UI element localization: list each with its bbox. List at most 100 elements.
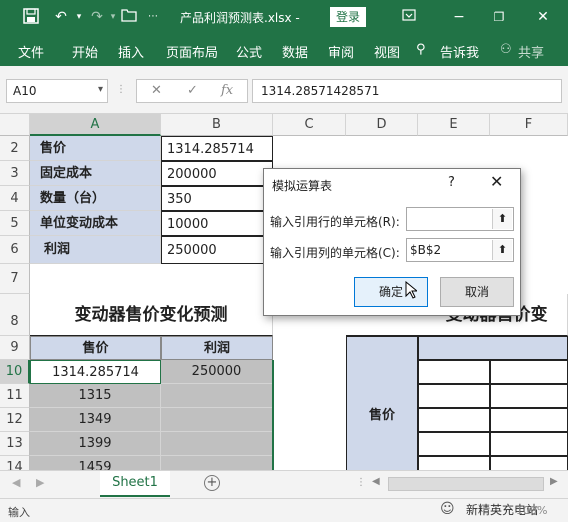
table-cell[interactable]: 1459 — [30, 456, 161, 470]
col-header-d[interactable]: D — [346, 114, 418, 136]
select-all-corner[interactable] — [0, 114, 30, 136]
more-icon: ⋮ — [116, 84, 126, 95]
undo-dropdown-icon[interactable]: ▾ — [70, 8, 88, 26]
tab-page-layout[interactable]: 页面布局 — [166, 42, 218, 61]
table-cell[interactable] — [418, 432, 490, 456]
col-header-f[interactable]: F — [490, 114, 568, 136]
table-cell[interactable] — [490, 408, 568, 432]
row-header[interactable]: 9 — [0, 336, 30, 360]
formula-input[interactable]: 1314.28571428571 — [252, 79, 562, 103]
table-cell[interactable] — [418, 360, 490, 384]
table2-corner[interactable] — [346, 336, 418, 470]
row-header[interactable]: 10 — [0, 360, 30, 384]
row-header[interactable]: 11 — [0, 384, 30, 408]
price-label[interactable]: 售价 — [30, 136, 161, 161]
table2-header-row[interactable] — [418, 336, 568, 360]
help-icon[interactable]: ? — [448, 175, 455, 190]
unit-variable-cost-value[interactable]: 10000 — [161, 211, 273, 236]
table-cell[interactable] — [490, 432, 568, 456]
tab-file[interactable]: 文件 — [18, 42, 44, 61]
save-icon[interactable] — [22, 8, 40, 26]
table-cell[interactable] — [161, 384, 273, 408]
row-header[interactable]: 4 — [0, 186, 30, 211]
row-input-cell-field[interactable]: ⬆ — [406, 207, 514, 231]
fixed-cost-label[interactable]: 固定成本 — [30, 161, 161, 186]
row-header[interactable]: 8 — [0, 294, 30, 336]
share-button[interactable]: 共享 — [518, 42, 544, 61]
chevron-down-icon[interactable]: ▾ — [98, 84, 103, 95]
tab-insert[interactable]: 插入 — [118, 42, 144, 61]
unit-variable-cost-label[interactable]: 单位变动成本 — [30, 211, 161, 236]
confirm-entry-icon[interactable]: ✓ — [187, 83, 198, 98]
table-cell[interactable] — [490, 456, 568, 470]
col-header-a[interactable]: A — [30, 114, 161, 136]
table-cell[interactable]: 1399 — [30, 432, 161, 456]
open-folder-icon[interactable] — [120, 8, 138, 26]
table-cell[interactable] — [418, 384, 490, 408]
row-header[interactable]: 2 — [0, 136, 30, 161]
collapse-dialog-icon[interactable]: ⬆ — [492, 209, 512, 229]
table-cell[interactable]: 1315 — [30, 384, 161, 408]
tell-me-box[interactable]: 告诉我 — [440, 42, 479, 61]
profit-label[interactable]: 利润 — [30, 236, 161, 264]
scroll-right-icon[interactable]: ▶ — [36, 476, 44, 489]
col-header-b[interactable]: B — [161, 114, 273, 136]
tell-me-search-icon[interactable]: ⚲ — [416, 42, 426, 57]
insert-function-icon[interactable]: fx — [221, 83, 233, 98]
ribbon-display-icon[interactable] — [400, 8, 418, 26]
row-header[interactable]: 14 — [0, 456, 30, 470]
tab-home[interactable]: 开始 — [72, 42, 98, 61]
add-sheet-icon[interactable]: + — [204, 475, 220, 491]
table1-header-profit[interactable]: 利润 — [161, 336, 273, 360]
scroll-left-icon[interactable]: ◀ — [12, 476, 20, 489]
table-cell[interactable] — [490, 360, 568, 384]
tab-review[interactable]: 审阅 — [328, 42, 354, 61]
scroll-right-icon[interactable]: ▶ — [550, 476, 558, 487]
ok-button[interactable]: 确定 — [354, 277, 428, 307]
table-cell[interactable]: 1314.285714 — [30, 360, 161, 384]
restore-icon[interactable]: ❐ — [490, 8, 508, 26]
row-header[interactable]: 5 — [0, 211, 30, 236]
table-cell[interactable] — [418, 408, 490, 432]
close-icon[interactable]: ✕ — [490, 172, 503, 191]
login-button[interactable]: 登录 — [330, 7, 366, 27]
zoom-level[interactable]: 100% — [516, 504, 547, 517]
tab-formulas[interactable]: 公式 — [236, 42, 262, 61]
quantity-value[interactable]: 350 — [161, 186, 273, 211]
col-header-e[interactable]: E — [418, 114, 490, 136]
name-box[interactable]: A10 ▾ — [6, 79, 108, 103]
minimize-icon[interactable]: − — [450, 8, 468, 26]
row-header[interactable]: 12 — [0, 408, 30, 432]
table-cell[interactable] — [161, 456, 273, 470]
horizontal-scrollbar[interactable] — [388, 477, 544, 491]
col-header-c[interactable]: C — [273, 114, 346, 136]
table1-header-price[interactable]: 售价 — [30, 336, 161, 360]
table-cell[interactable] — [490, 384, 568, 408]
quantity-label[interactable]: 数量（台） — [30, 186, 161, 211]
row-header[interactable]: 6 — [0, 236, 30, 264]
tab-data[interactable]: 数据 — [282, 42, 308, 61]
share-icon[interactable]: ⚇ — [500, 42, 512, 57]
fixed-cost-value[interactable]: 200000 — [161, 161, 273, 186]
tab-view[interactable]: 视图 — [374, 42, 400, 61]
table-cell[interactable] — [418, 456, 490, 470]
sheet-tab-sheet1[interactable]: Sheet1 — [100, 471, 170, 497]
profit-value[interactable]: 250000 — [161, 236, 273, 264]
cancel-button[interactable]: 取消 — [440, 277, 514, 307]
close-window-icon[interactable]: ✕ — [534, 8, 552, 26]
table-cell[interactable]: 250000 — [161, 360, 273, 384]
customize-toolbar-icon[interactable]: ⋯ — [144, 8, 162, 26]
collapse-dialog-icon[interactable]: ⬆ — [492, 240, 512, 260]
table-cell[interactable] — [161, 432, 273, 456]
table1-title[interactable]: 变动器售价变化预测 — [30, 294, 273, 336]
cancel-entry-icon[interactable]: ✕ — [151, 83, 162, 98]
row-header[interactable]: 13 — [0, 432, 30, 456]
scroll-left-icon[interactable]: ◀ — [372, 476, 380, 487]
column-input-cell-field[interactable]: $B$2 ⬆ — [406, 238, 514, 262]
table-cell[interactable]: 1349 — [30, 408, 161, 432]
row-header[interactable]: 3 — [0, 161, 30, 186]
price-value[interactable]: 1314.285714 — [161, 136, 273, 161]
undo-icon[interactable]: ↶ — [52, 8, 70, 26]
row-header[interactable]: 7 — [0, 264, 30, 294]
table-cell[interactable] — [161, 408, 273, 432]
